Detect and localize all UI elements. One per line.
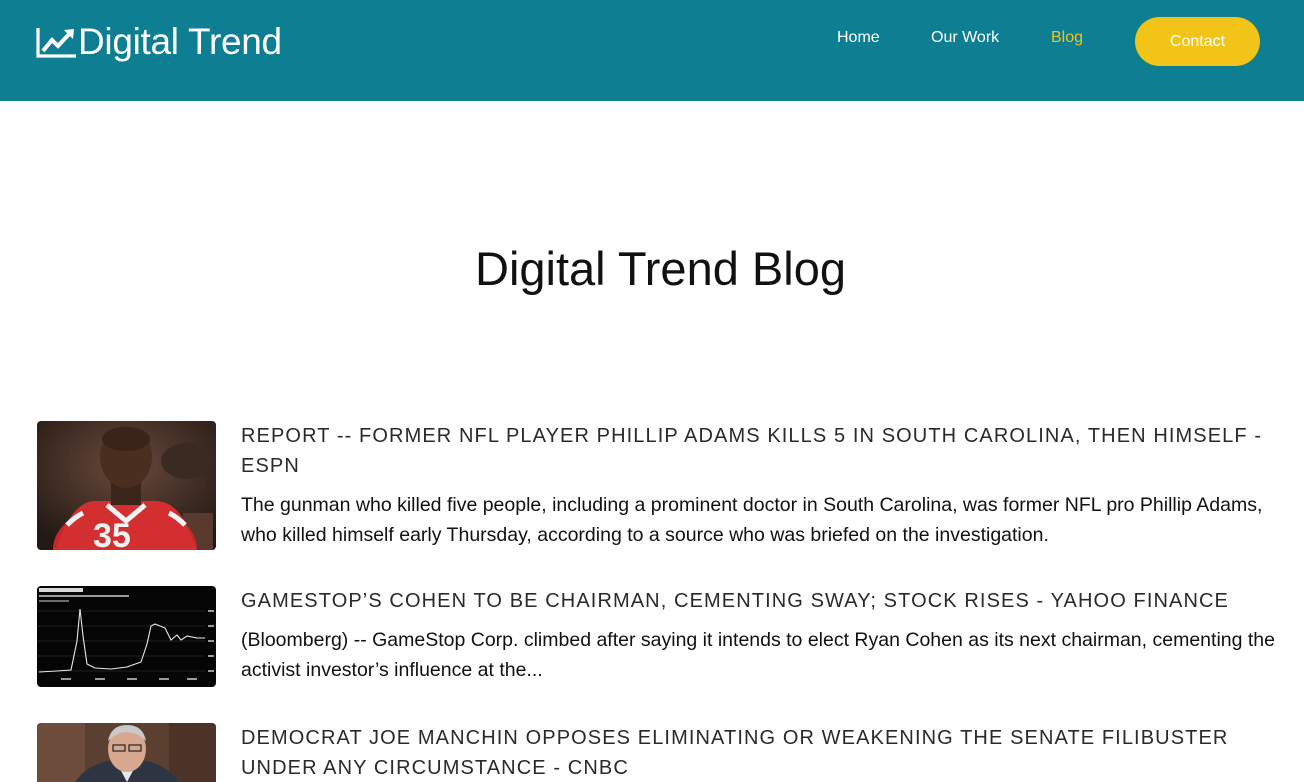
trending-up-icon (36, 28, 76, 58)
post-excerpt: (Bloomberg) -- GameStop Corp. climbed af… (241, 629, 1275, 681)
senator-photo-image (37, 723, 216, 782)
football-player-image: 35 (37, 421, 216, 550)
nav-blog[interactable]: Blog (1051, 28, 1083, 48)
stock-chart-image (37, 586, 216, 687)
post-title-link[interactable]: Report -- Former NFL player Phillip Adam… (241, 421, 1277, 481)
post-title-link[interactable]: Democrat Joe Manchin opposes eliminating… (241, 723, 1277, 782)
post-title-link[interactable]: GameStop’s Cohen to Be Chairman, Cementi… (241, 586, 1277, 616)
post-thumbnail[interactable]: 35 (37, 421, 216, 550)
brand-logo-link[interactable]: Digital Trend (36, 22, 282, 62)
post-thumbnail[interactable] (37, 586, 216, 687)
page-title: Digital Trend Blog (475, 242, 846, 295)
nav-our-work[interactable]: Our Work (931, 28, 999, 48)
site-header: Digital Trend Home Our Work Blog Contact (0, 0, 1304, 101)
svg-text:35: 35 (93, 517, 131, 550)
post-thumbnail[interactable] (37, 723, 216, 782)
brand-name: Digital Trend (78, 21, 282, 62)
contact-button[interactable]: Contact (1135, 17, 1260, 66)
nav-home[interactable]: Home (837, 28, 880, 48)
post-excerpt: The gunman who killed five people, inclu… (241, 494, 1263, 546)
